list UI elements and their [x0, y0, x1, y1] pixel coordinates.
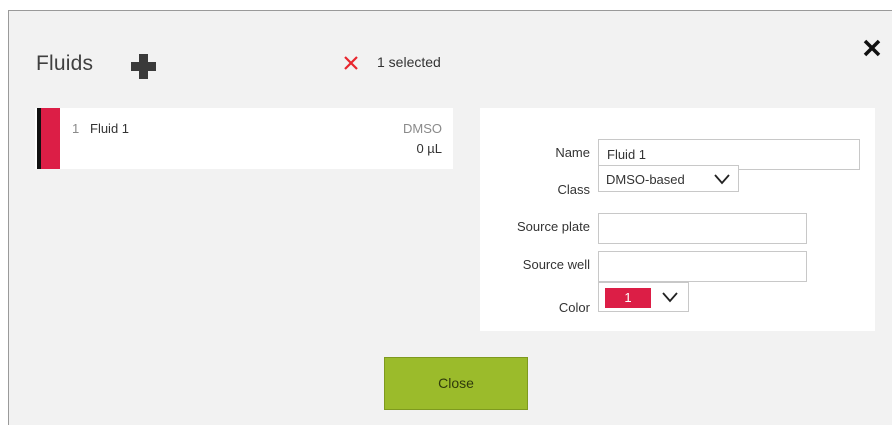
source-plate-label: Source plate [517, 219, 590, 234]
plus-icon[interactable] [127, 50, 159, 82]
class-value: DMSO-based [606, 172, 685, 187]
chevron-down-icon [714, 174, 730, 185]
source-well-field[interactable] [598, 251, 807, 282]
fluids-dialog: Fluids 1 selected 1 Fluid 1 DMSO 0 µL Na… [8, 10, 892, 425]
fluid-volume: 0 µL [416, 141, 442, 156]
source-plate-field[interactable] [598, 213, 807, 244]
name-label: Name [555, 145, 590, 160]
fluid-list-item[interactable]: 1 Fluid 1 DMSO 0 µL [35, 108, 453, 169]
fluid-name: Fluid 1 [90, 121, 130, 136]
fluid-class: DMSO [403, 121, 442, 136]
class-label: Class [557, 182, 590, 197]
source-well-label: Source well [522, 257, 590, 272]
class-dropdown[interactable]: DMSO-based [598, 165, 739, 192]
dialog-title: Fluids [36, 52, 94, 75]
close-icon[interactable] [861, 37, 883, 59]
color-swatch: 1 [605, 288, 651, 308]
clear-selection-icon[interactable] [342, 54, 360, 72]
fluid-color-bar [41, 108, 60, 169]
color-label: Color [558, 300, 590, 315]
selection-count: 1 selected [377, 54, 441, 70]
color-dropdown[interactable]: 1 [598, 282, 689, 312]
fluid-properties-panel: Name Class DMSO-based Source plate Sourc… [480, 108, 875, 331]
close-button[interactable]: Close [384, 357, 528, 410]
fluid-number: 1 [72, 121, 80, 136]
chevron-down-icon [662, 292, 678, 303]
